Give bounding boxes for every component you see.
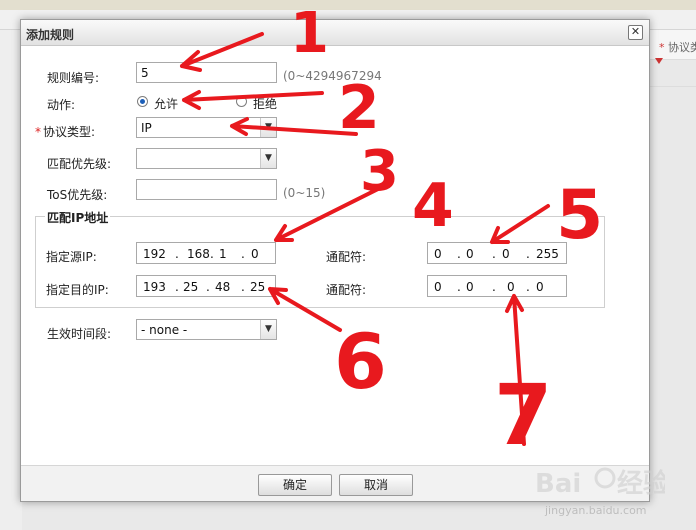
close-icon[interactable]: ✕ [628, 25, 643, 40]
destination-wildcard-input[interactable]: 0 . 0 . 0 . 0 [427, 275, 567, 297]
ip-dot: . [175, 280, 179, 294]
ip-dot: . [457, 247, 461, 261]
column-header-label: 协议类 [668, 41, 696, 54]
protocol-value: IP [141, 121, 152, 135]
source-ip-label: 指定源IP: [46, 250, 97, 264]
tos-priority-label: ToS优先级: [47, 188, 108, 202]
ip-dot: . [241, 280, 245, 294]
source-wildcard-octet-4[interactable]: 255 [536, 247, 559, 261]
watermark-brand: Bai [535, 469, 581, 499]
baidu-watermark: Bai 经验 [535, 467, 665, 499]
destination-ip-octet-2[interactable]: 25 [183, 280, 198, 294]
source-wildcard-octet-2[interactable]: 0 [466, 247, 474, 261]
tos-priority-input[interactable] [136, 179, 277, 200]
ip-dot: . [457, 280, 461, 294]
background-column-header: * 协议类 [659, 39, 696, 55]
destination-wildcard-label: 通配符: [326, 283, 367, 297]
destination-ip-octet-3[interactable]: 48 [215, 280, 230, 294]
rule-number-label: 规则编号: [47, 71, 100, 85]
source-ip-input[interactable]: 192 . 168 . 1 . 0 [136, 242, 276, 264]
background-row-divider [648, 86, 696, 87]
match-priority-select[interactable]: ▼ [136, 148, 277, 169]
protocol-label: * 协议类型: [35, 123, 95, 140]
ip-dot: . [492, 280, 496, 294]
time-period-label: 生效时间段: [47, 327, 112, 341]
destination-ip-octet-1[interactable]: 193 [143, 280, 166, 294]
ip-dot: . [206, 280, 210, 294]
ip-dot: . [241, 247, 245, 261]
background-top-strip [0, 0, 696, 10]
source-wildcard-octet-3[interactable]: 0 [502, 247, 510, 261]
destination-wildcard-octet-1[interactable]: 0 [434, 280, 442, 294]
ok-button[interactable]: 确定 [258, 474, 332, 496]
protocol-label-text: 协议类型: [43, 125, 96, 139]
action-deny-label[interactable]: 拒绝 [253, 95, 277, 112]
destination-wildcard-octet-4[interactable]: 0 [536, 280, 544, 294]
sort-indicator-icon [655, 58, 663, 64]
action-allow-radio[interactable] [137, 96, 148, 107]
action-allow-label[interactable]: 允许 [154, 95, 178, 112]
time-period-value: - none - [141, 323, 188, 337]
destination-ip-input[interactable]: 193 . 25 . 48 . 25 [136, 275, 276, 297]
protocol-select[interactable]: IP ▼ [136, 117, 277, 138]
action-label: 动作: [47, 98, 76, 112]
rule-number-input[interactable]: 5 [136, 62, 277, 83]
chevron-down-icon[interactable]: ▼ [260, 320, 276, 339]
background-left-panel [0, 30, 22, 530]
destination-ip-label: 指定目的IP: [46, 283, 109, 297]
source-ip-octet-1[interactable]: 192 [143, 247, 166, 261]
ip-dot: . [492, 247, 496, 261]
watermark-suffix: 经验 [617, 468, 665, 499]
dialog-title: 添加规则 [26, 28, 75, 42]
ip-dot: . [526, 280, 530, 294]
watermark-url: jingyan.baidu.com [545, 504, 647, 517]
match-priority-label: 匹配优先级: [47, 157, 112, 171]
destination-wildcard-octet-2[interactable]: 0 [466, 280, 474, 294]
source-wildcard-octet-1[interactable]: 0 [434, 247, 442, 261]
source-ip-octet-4[interactable]: 0 [251, 247, 259, 261]
chevron-down-icon[interactable]: ▼ [260, 118, 276, 137]
ip-group-legend: 匹配IP地址 [45, 209, 111, 226]
ip-dot: . [210, 247, 214, 261]
source-wildcard-input[interactable]: 0 . 0 . 0 . 255 [427, 242, 567, 264]
ip-dot: . [175, 247, 179, 261]
add-rule-dialog: 添加规则 ✕ 规则编号: 5 (0~4294967294 动作: 允许 拒绝 *… [20, 19, 650, 502]
source-wildcard-label: 通配符: [326, 250, 367, 264]
source-ip-octet-3[interactable]: 1 [219, 247, 227, 261]
required-mark: * [659, 41, 665, 54]
cancel-button[interactable]: 取消 [339, 474, 413, 496]
chevron-down-icon[interactable]: ▼ [260, 149, 276, 168]
paw-icon [594, 467, 616, 489]
source-ip-octet-2[interactable]: 168 [187, 247, 210, 261]
dialog-titlebar: 添加规则 ✕ [21, 20, 649, 46]
required-mark: * [35, 125, 41, 139]
action-deny-radio[interactable] [236, 96, 247, 107]
ip-dot: . [526, 247, 530, 261]
tos-range-hint: (0~15) [283, 186, 326, 200]
rule-number-range-hint: (0~4294967294 [283, 69, 382, 83]
destination-ip-octet-4[interactable]: 25 [250, 280, 265, 294]
time-period-select[interactable]: - none - ▼ [136, 319, 277, 340]
destination-wildcard-octet-3[interactable]: 0 [507, 280, 515, 294]
